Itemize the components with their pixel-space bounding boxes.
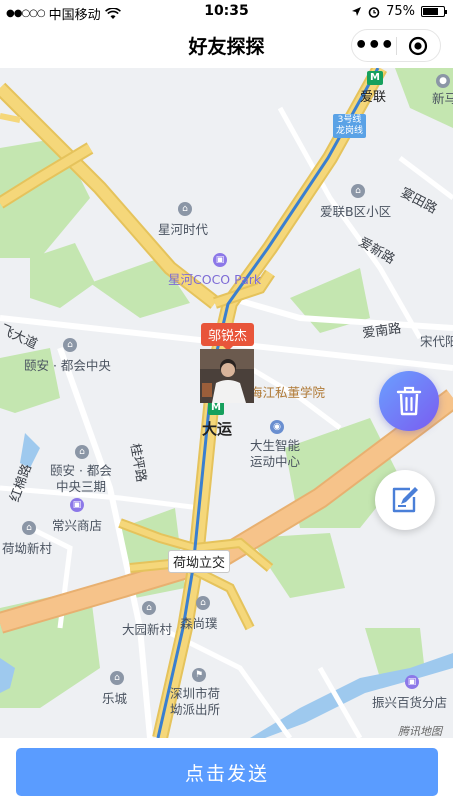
map-label-dayun: 大运 <box>202 420 233 438</box>
residential-icon: ⌂ <box>75 445 89 459</box>
bottom-bar: 点击发送 <box>0 738 453 804</box>
map-label-ailian-b: 爱联B区小区 <box>320 204 392 219</box>
residential-icon: ⌂ <box>22 521 36 535</box>
target-close-icon[interactable] <box>396 36 440 56</box>
map-label-xinghe-shidai: 星河时代 <box>158 222 209 237</box>
battery-percent: 75% <box>386 4 415 19</box>
friend-name-tag[interactable]: 邬锐杰 <box>201 323 255 351</box>
trash-icon <box>396 386 422 416</box>
metro-station-icon: M <box>208 401 224 415</box>
map-label-xinghe-coco: 星河COCO Park <box>168 272 262 287</box>
map-label-changxing: 常兴商店 <box>52 518 103 533</box>
metro-line-tag: 3号线 龙岗线 <box>333 114 367 138</box>
tencent-map-logo: 腾讯地图 <box>398 725 442 738</box>
status-bar: ●●○○○ 中国移动 10:35 75% <box>0 0 453 24</box>
map-label-haijiang-school: 海江私董学院 <box>250 385 326 400</box>
mini-program-capsule: ••• <box>351 29 441 62</box>
battery-icon <box>421 6 447 17</box>
map-label-ailian: 爱联 <box>360 90 387 105</box>
shopping-icon: ▣ <box>70 498 84 512</box>
residential-icon: ⌂ <box>63 338 77 352</box>
residential-icon: ⌂ <box>142 601 156 615</box>
map-label-yian-duhui: 颐安 · 都会中央 <box>24 358 111 373</box>
map-label-dasheng: 大生智能 运动中心 <box>250 438 301 469</box>
map-view[interactable]: M 爱联 新马 ● 3号线 龙岗线 ⌂ 爱联B区小区 宴田路 ⌂ 星河时代 爱新… <box>0 68 453 738</box>
status-right: 75% <box>351 4 447 19</box>
edit-button[interactable] <box>375 470 435 530</box>
residential-icon: ⌂ <box>196 596 210 610</box>
nav-bar: 好友探探 ••• <box>0 24 453 68</box>
map-label-hetang-xincun: 荷坳新村 <box>2 541 53 556</box>
delete-button[interactable] <box>379 371 439 431</box>
battery-fill <box>423 8 438 15</box>
metro-station-icon: M <box>367 71 383 85</box>
poi-icon: ● <box>436 74 450 88</box>
map-label-yian-duhui-3: 颐安 · 都会 中央三期 <box>50 463 112 494</box>
map-label-dayuan-xincun: 大园新村 <box>122 622 173 637</box>
map-label-xindai: 新马 <box>432 91 453 106</box>
residential-icon: ⌂ <box>351 184 365 198</box>
sports-icon: ◉ <box>270 420 284 434</box>
map-label-zhenxing: 振兴百货分店 <box>372 695 448 710</box>
edit-icon <box>392 487 418 513</box>
map-label-songdai: 宋代阳 <box>420 334 453 349</box>
shopping-icon: ▣ <box>213 253 227 267</box>
friend-avatar[interactable] <box>200 349 254 403</box>
map-label-senshangpu: 森尚璞 <box>180 616 218 631</box>
police-icon: ⚑ <box>192 668 206 682</box>
shopping-icon: ▣ <box>405 675 419 689</box>
residential-icon: ⌂ <box>110 671 124 685</box>
send-button[interactable]: 点击发送 <box>16 748 438 796</box>
map-label-lecheng: 乐城 <box>102 691 128 706</box>
ellipsis-icon[interactable]: ••• <box>352 32 396 60</box>
location-arrow-icon <box>352 7 362 16</box>
residential-icon: ⌂ <box>178 202 192 216</box>
alarm-icon <box>368 6 380 18</box>
map-label-police: 深圳市荷 坳派出所 <box>170 686 221 717</box>
map-label-hetang-interchange: 荷坳立交 <box>168 550 231 573</box>
